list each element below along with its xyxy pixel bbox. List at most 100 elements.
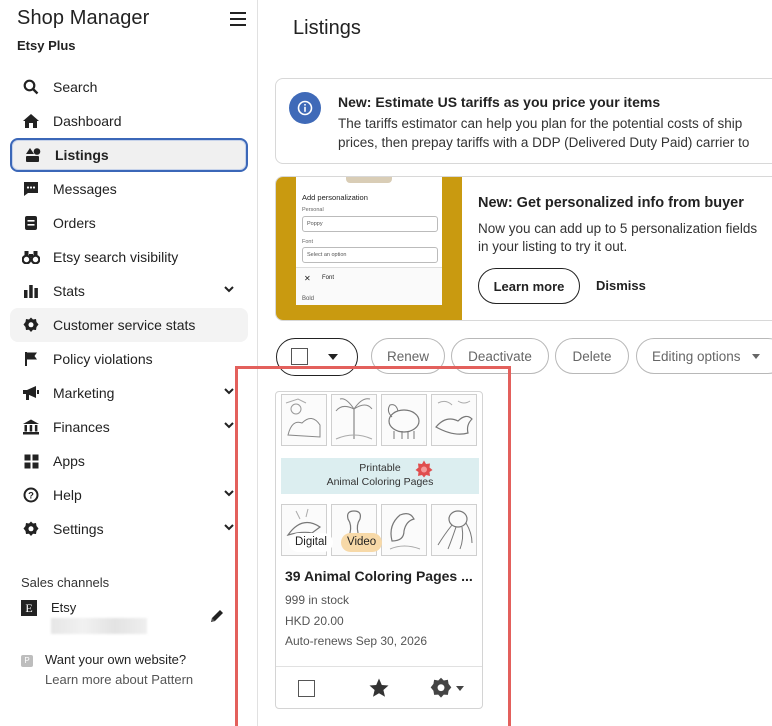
listing-thumbnail[interactable]: Printable Animal Coloring Pages Digital … — [281, 394, 479, 556]
mockup-label: Font — [302, 239, 314, 245]
sidebar-item-stats[interactable]: Stats — [10, 274, 248, 308]
select-all-checkbox[interactable] — [291, 348, 308, 365]
deactivate-button[interactable]: Deactivate — [451, 338, 549, 374]
editing-options-label: Editing options — [652, 348, 741, 364]
sidebar-item-settings[interactable]: Settings — [10, 512, 248, 546]
coloring-page-thumb — [331, 394, 377, 446]
etsy-logo-icon: E — [21, 600, 37, 616]
pencil-icon[interactable] — [209, 608, 225, 624]
orders-icon — [22, 214, 40, 232]
gear-icon[interactable] — [430, 677, 452, 699]
sidebar-item-label: Dashboard — [53, 113, 122, 129]
listings-icon — [24, 146, 42, 164]
sidebar-item-search-visibility[interactable]: Etsy search visibility — [10, 240, 248, 274]
star-icon[interactable] — [368, 677, 390, 699]
editing-options-dropdown[interactable]: Editing options — [636, 338, 772, 374]
mockup-select: Select an option — [302, 247, 438, 263]
sidebar-item-search[interactable]: Search — [10, 70, 248, 104]
menu-icon[interactable] — [230, 12, 246, 26]
sidebar-item-label: Policy violations — [53, 351, 153, 367]
listing-stock: 999 in stock — [285, 593, 350, 607]
shop-manager-title: Shop Manager — [17, 7, 150, 29]
settings-icon — [22, 520, 40, 538]
promo-title: New: Get personalized info from buyer — [478, 195, 744, 211]
sidebar-item-customer-service-stats[interactable]: Customer service stats — [10, 308, 248, 342]
bulk-select-button[interactable] — [276, 338, 358, 376]
sidebar-item-messages[interactable]: Messages — [10, 172, 248, 206]
mockup-heading: Add personalization — [302, 193, 368, 202]
sidebar-item-label: Marketing — [53, 385, 115, 401]
tariff-notice: New: Estimate US tariffs as you price yo… — [275, 78, 772, 164]
sidebar-item-policy-violations[interactable]: Policy violations — [10, 342, 248, 376]
listing-renewal: Auto-renews Sep 30, 2026 — [285, 634, 428, 648]
banner-line1: Printable — [359, 462, 401, 474]
sidebar-item-label: Etsy search visibility — [53, 249, 179, 265]
info-icon — [289, 92, 321, 124]
sidebar-item-orders[interactable]: Orders — [10, 206, 248, 240]
listing-checkbox[interactable] — [298, 680, 315, 697]
promo-text-line2: in your listing to try it out. — [478, 239, 628, 254]
mockup-sheet-item: Font — [322, 275, 335, 281]
caret-down-icon[interactable] — [456, 686, 464, 691]
sales-channels-heading: Sales channels — [21, 575, 110, 590]
sidebar-item-finances[interactable]: Finances — [10, 410, 248, 444]
chevron-down-icon[interactable] — [224, 286, 234, 293]
sidebar-item-label: Finances — [53, 419, 110, 435]
promo-text-line1: Now you can add up to 5 personalization … — [478, 221, 758, 236]
sidebar-item-label: Search — [53, 79, 98, 95]
sidebar-item-help[interactable]: ? Help — [10, 478, 248, 512]
badge-icon — [22, 316, 40, 334]
coloring-page-thumb — [431, 394, 477, 446]
mockup-sheet: ✕ Font Bold — [296, 267, 442, 305]
tariff-text-line1: The tariffs estimator can help you plan … — [338, 116, 743, 131]
personalization-promo: Add personalization Personal Poppy Font … — [275, 176, 772, 321]
sidebar: Shop Manager Etsy Plus Search Dashboard … — [0, 0, 258, 726]
chevron-down-icon[interactable] — [224, 490, 234, 497]
chevron-down-icon[interactable] — [224, 422, 234, 429]
listing-price: HKD 20.00 — [285, 614, 344, 628]
mockup-label: Personal — [302, 207, 324, 213]
sidebar-item-label: Messages — [53, 181, 117, 197]
phone-mockup: Add personalization Personal Poppy Font … — [296, 177, 442, 305]
bank-icon — [22, 418, 40, 436]
listing-title[interactable]: 39 Animal Coloring Pages ... — [285, 568, 473, 584]
pattern-link[interactable]: Learn more about Pattern — [45, 672, 193, 687]
sidebar-item-marketing[interactable]: Marketing — [10, 376, 248, 410]
promo-image: Add personalization Personal Poppy Font … — [276, 177, 462, 320]
svg-text:?: ? — [28, 491, 34, 502]
binoculars-icon — [22, 248, 40, 266]
search-icon — [22, 78, 40, 96]
coloring-page-thumb — [431, 504, 477, 556]
learn-more-button[interactable]: Learn more — [478, 268, 580, 304]
etsy-channel[interactable]: E Etsy — [21, 598, 231, 638]
caret-down-icon — [751, 353, 760, 359]
close-icon: ✕ — [304, 274, 311, 283]
video-tag: Video — [341, 533, 383, 552]
sidebar-item-dashboard[interactable]: Dashboard — [10, 104, 248, 138]
sidebar-item-listings[interactable]: Listings — [10, 138, 248, 172]
sidebar-item-apps[interactable]: Apps — [10, 444, 248, 478]
sidebar-item-label: Orders — [53, 215, 96, 231]
sidebar-item-label: Apps — [53, 453, 85, 469]
home-icon — [22, 112, 40, 130]
pattern-question: Want your own website? — [45, 652, 187, 667]
sidebar-nav: Search Dashboard Listings Messages Order… — [10, 70, 248, 546]
help-icon: ? — [22, 486, 40, 504]
plan-label: Etsy Plus — [17, 38, 76, 53]
listing-card[interactable]: Printable Animal Coloring Pages Digital … — [275, 391, 483, 709]
listing-card-footer — [276, 666, 482, 710]
delete-button[interactable]: Delete — [555, 338, 629, 374]
coloring-page-thumb — [281, 394, 327, 446]
badge-star-icon — [415, 460, 433, 478]
mockup-image-strip — [346, 177, 392, 183]
dismiss-button[interactable]: Dismiss — [596, 268, 646, 304]
chevron-down-icon[interactable] — [224, 524, 234, 531]
renew-button[interactable]: Renew — [371, 338, 445, 374]
caret-down-icon — [328, 354, 338, 360]
tariff-title: New: Estimate US tariffs as you price yo… — [338, 94, 661, 110]
page-title: Listings — [293, 17, 361, 39]
flag-icon — [22, 350, 40, 368]
coloring-page-thumb — [381, 504, 427, 556]
chevron-down-icon[interactable] — [224, 388, 234, 395]
sidebar-item-label: Settings — [53, 521, 104, 537]
